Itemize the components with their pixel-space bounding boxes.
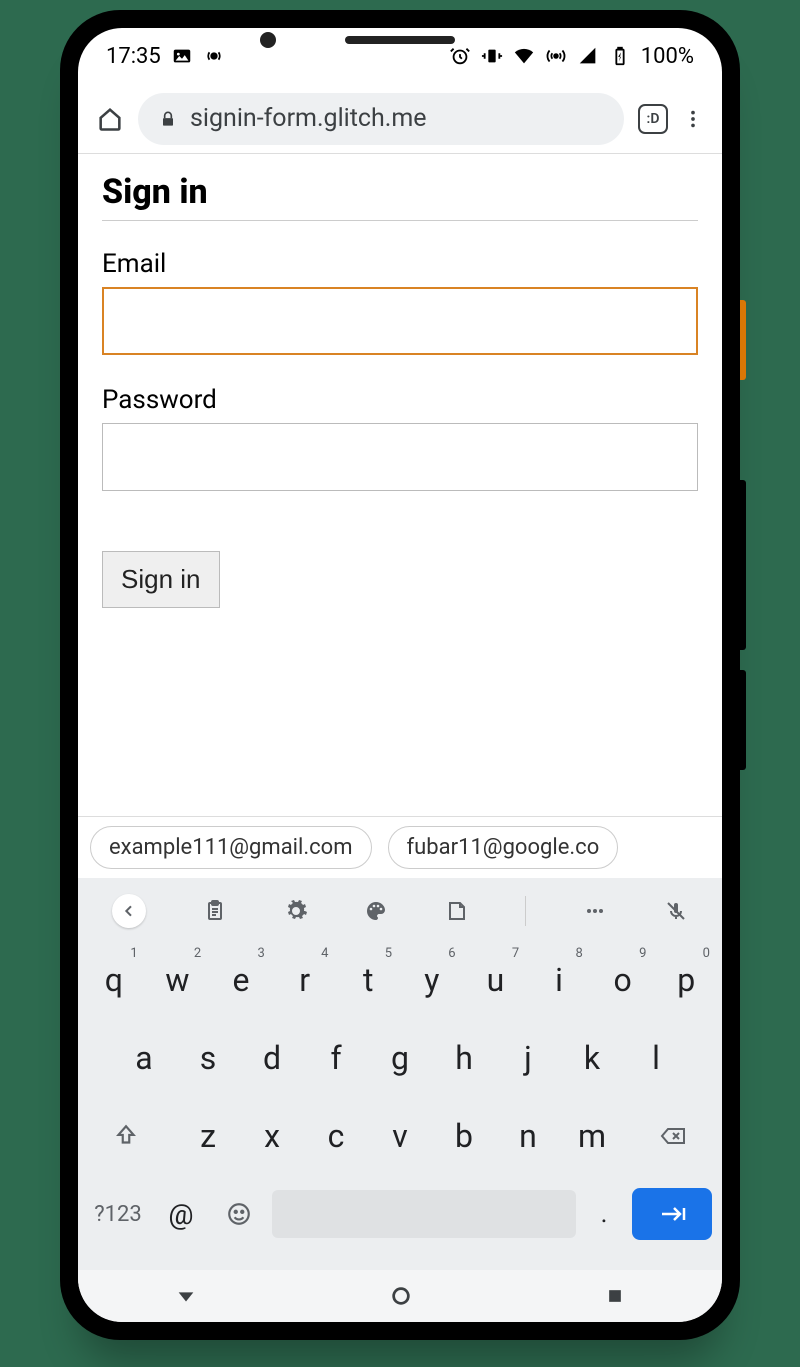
- nav-home-icon[interactable]: [390, 1285, 412, 1307]
- battery-percent: 100%: [641, 44, 694, 69]
- key-t[interactable]: t5: [338, 944, 398, 1016]
- key-g[interactable]: g: [370, 1022, 430, 1094]
- soft-keyboard: q1w2e3r4t5y6u7i8o9p0 asdfghjkl zxcvbnm ?…: [78, 878, 722, 1270]
- key-o[interactable]: o9: [593, 944, 653, 1016]
- vibrate-icon: [481, 45, 503, 67]
- symbols-key[interactable]: ?123: [88, 1178, 148, 1250]
- key-x[interactable]: x: [242, 1100, 302, 1172]
- key-y[interactable]: y6: [402, 944, 462, 1016]
- tab-switcher[interactable]: :D: [638, 104, 668, 134]
- period-key[interactable]: .: [584, 1178, 624, 1250]
- key-r[interactable]: r4: [275, 944, 335, 1016]
- battery-icon: [609, 45, 631, 67]
- image-icon: [171, 45, 193, 67]
- signin-button[interactable]: Sign in: [102, 551, 220, 608]
- status-time: 17:35: [106, 44, 161, 69]
- browser-toolbar: signin-form.glitch.me :D: [78, 84, 722, 154]
- key-m[interactable]: m: [562, 1100, 622, 1172]
- nav-back-icon[interactable]: [175, 1285, 197, 1307]
- more-icon[interactable]: [583, 899, 607, 923]
- key-i[interactable]: i8: [529, 944, 589, 1016]
- key-c[interactable]: c: [306, 1100, 366, 1172]
- enter-key[interactable]: [632, 1188, 712, 1240]
- alarm-icon: [449, 45, 471, 67]
- key-p[interactable]: p0: [656, 944, 716, 1016]
- key-h[interactable]: h: [434, 1022, 494, 1094]
- gear-icon[interactable]: [284, 899, 308, 923]
- key-z[interactable]: z: [178, 1100, 238, 1172]
- space-key[interactable]: [272, 1190, 576, 1238]
- lock-icon: [158, 109, 178, 129]
- hotspot-icon: [203, 45, 225, 67]
- home-icon[interactable]: [96, 105, 124, 133]
- key-u[interactable]: u7: [466, 944, 526, 1016]
- hotspot2-icon: [545, 45, 567, 67]
- key-q[interactable]: q1: [84, 944, 144, 1016]
- key-a[interactable]: a: [114, 1022, 174, 1094]
- signal-icon: [577, 45, 599, 67]
- key-v[interactable]: v: [370, 1100, 430, 1172]
- nav-recent-icon[interactable]: [605, 1286, 625, 1306]
- page-title: Sign in: [102, 172, 698, 221]
- email-label: Email: [102, 249, 698, 279]
- key-w[interactable]: w2: [148, 944, 208, 1016]
- key-s[interactable]: s: [178, 1022, 238, 1094]
- password-input[interactable]: [102, 423, 698, 491]
- page-content: Sign in Email Password Sign in: [78, 154, 722, 816]
- password-label: Password: [102, 385, 698, 415]
- url-text: signin-form.glitch.me: [190, 104, 427, 133]
- suggestion-chip[interactable]: example111@gmail.com: [90, 826, 372, 869]
- sticker-icon[interactable]: [445, 899, 469, 923]
- shift-key[interactable]: [84, 1100, 168, 1172]
- autofill-suggestions: example111@gmail.com fubar11@google.co: [78, 816, 722, 878]
- key-e[interactable]: e3: [211, 944, 271, 1016]
- kb-back-icon[interactable]: [112, 894, 146, 928]
- key-j[interactable]: j: [498, 1022, 558, 1094]
- emoji-key[interactable]: [214, 1178, 264, 1250]
- key-f[interactable]: f: [306, 1022, 366, 1094]
- key-k[interactable]: k: [562, 1022, 622, 1094]
- backspace-key[interactable]: [632, 1100, 716, 1172]
- clipboard-icon[interactable]: [203, 899, 227, 923]
- key-n[interactable]: n: [498, 1100, 558, 1172]
- palette-icon[interactable]: [364, 899, 388, 923]
- mic-off-icon[interactable]: [664, 899, 688, 923]
- key-d[interactable]: d: [242, 1022, 302, 1094]
- url-bar[interactable]: signin-form.glitch.me: [138, 93, 624, 145]
- email-input[interactable]: [102, 287, 698, 355]
- wifi-icon: [513, 45, 535, 67]
- key-b[interactable]: b: [434, 1100, 494, 1172]
- key-l[interactable]: l: [626, 1022, 686, 1094]
- menu-icon[interactable]: [682, 108, 704, 130]
- suggestion-chip[interactable]: fubar11@google.co: [388, 826, 619, 869]
- at-key[interactable]: @: [156, 1178, 206, 1250]
- android-navbar: [78, 1270, 722, 1322]
